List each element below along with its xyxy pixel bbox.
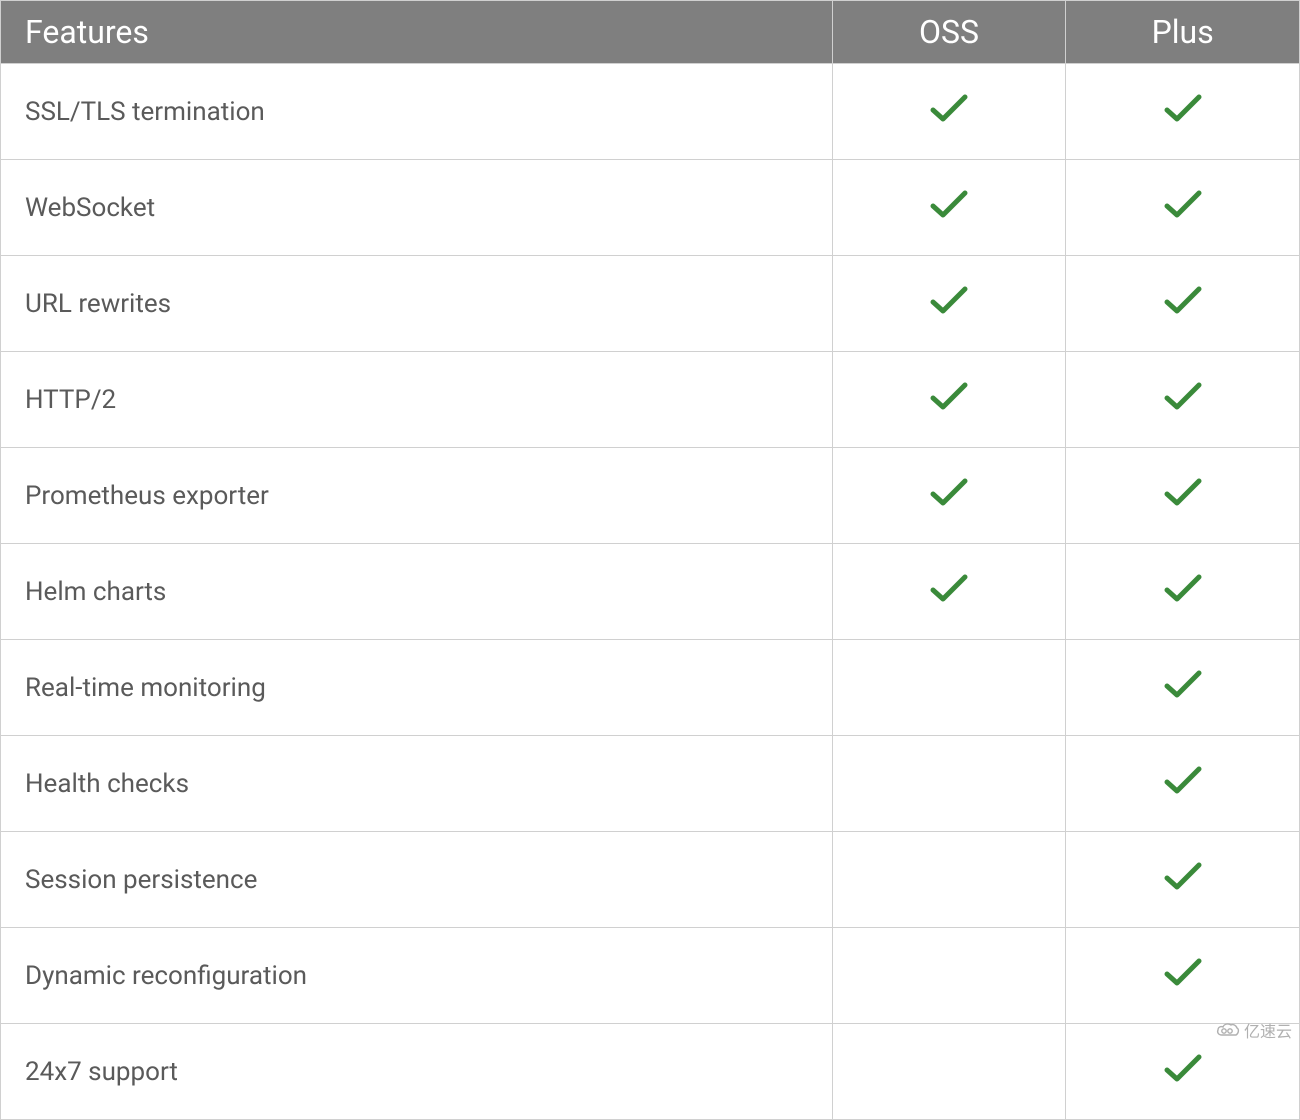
feature-name-cell: Helm charts xyxy=(1,544,833,640)
watermark-text: 亿速云 xyxy=(1244,1018,1292,1042)
plus-cell xyxy=(1066,448,1300,544)
table-row: 24x7 support xyxy=(1,1024,1300,1120)
oss-cell xyxy=(832,64,1066,160)
header-features: Features xyxy=(1,1,833,64)
check-icon xyxy=(929,188,969,220)
feature-name-cell: Dynamic reconfiguration xyxy=(1,928,833,1024)
feature-name-cell: HTTP/2 xyxy=(1,352,833,448)
table-row: Session persistence xyxy=(1,832,1300,928)
oss-cell xyxy=(832,640,1066,736)
feature-name-cell: URL rewrites xyxy=(1,256,833,352)
table-body: SSL/TLS termination WebSocket URL rewrit… xyxy=(1,64,1300,1120)
oss-cell xyxy=(832,256,1066,352)
plus-cell xyxy=(1066,928,1300,1024)
plus-cell xyxy=(1066,736,1300,832)
table-row: URL rewrites xyxy=(1,256,1300,352)
plus-cell xyxy=(1066,544,1300,640)
table-row: Real-time monitoring xyxy=(1,640,1300,736)
table-row: Dynamic reconfiguration xyxy=(1,928,1300,1024)
check-icon xyxy=(929,572,969,604)
oss-cell xyxy=(832,160,1066,256)
table-row: Helm charts xyxy=(1,544,1300,640)
oss-cell xyxy=(832,352,1066,448)
oss-cell xyxy=(832,832,1066,928)
check-icon xyxy=(1163,380,1203,412)
plus-cell xyxy=(1066,352,1300,448)
oss-cell xyxy=(832,736,1066,832)
check-icon xyxy=(1163,668,1203,700)
plus-cell xyxy=(1066,256,1300,352)
feature-comparison-table: Features OSS Plus SSL/TLS termination We… xyxy=(0,0,1300,1120)
table-row: Prometheus exporter xyxy=(1,448,1300,544)
check-icon xyxy=(1163,1052,1203,1084)
check-icon xyxy=(1163,956,1203,988)
check-icon xyxy=(1163,764,1203,796)
oss-cell xyxy=(832,448,1066,544)
check-icon xyxy=(929,476,969,508)
feature-name-cell: 24x7 support xyxy=(1,1024,833,1120)
plus-cell xyxy=(1066,640,1300,736)
oss-cell xyxy=(832,1024,1066,1120)
header-plus: Plus xyxy=(1066,1,1300,64)
header-oss: OSS xyxy=(832,1,1066,64)
plus-cell xyxy=(1066,160,1300,256)
oss-cell xyxy=(832,928,1066,1024)
check-icon xyxy=(1163,92,1203,124)
check-icon xyxy=(1163,476,1203,508)
check-icon xyxy=(929,380,969,412)
plus-cell xyxy=(1066,832,1300,928)
check-icon xyxy=(929,92,969,124)
table-row: SSL/TLS termination xyxy=(1,64,1300,160)
check-icon xyxy=(1163,572,1203,604)
watermark: 亿速云 xyxy=(1216,1018,1292,1042)
check-icon xyxy=(929,284,969,316)
table-row: HTTP/2 xyxy=(1,352,1300,448)
oss-cell xyxy=(832,544,1066,640)
cloud-icon xyxy=(1216,1022,1240,1038)
table-row: WebSocket xyxy=(1,160,1300,256)
check-icon xyxy=(1163,284,1203,316)
check-icon xyxy=(1163,188,1203,220)
feature-name-cell: Prometheus exporter xyxy=(1,448,833,544)
check-icon xyxy=(1163,860,1203,892)
plus-cell xyxy=(1066,64,1300,160)
feature-name-cell: SSL/TLS termination xyxy=(1,64,833,160)
feature-name-cell: Health checks xyxy=(1,736,833,832)
table-header-row: Features OSS Plus xyxy=(1,1,1300,64)
feature-name-cell: WebSocket xyxy=(1,160,833,256)
feature-name-cell: Real-time monitoring xyxy=(1,640,833,736)
table-row: Health checks xyxy=(1,736,1300,832)
feature-name-cell: Session persistence xyxy=(1,832,833,928)
